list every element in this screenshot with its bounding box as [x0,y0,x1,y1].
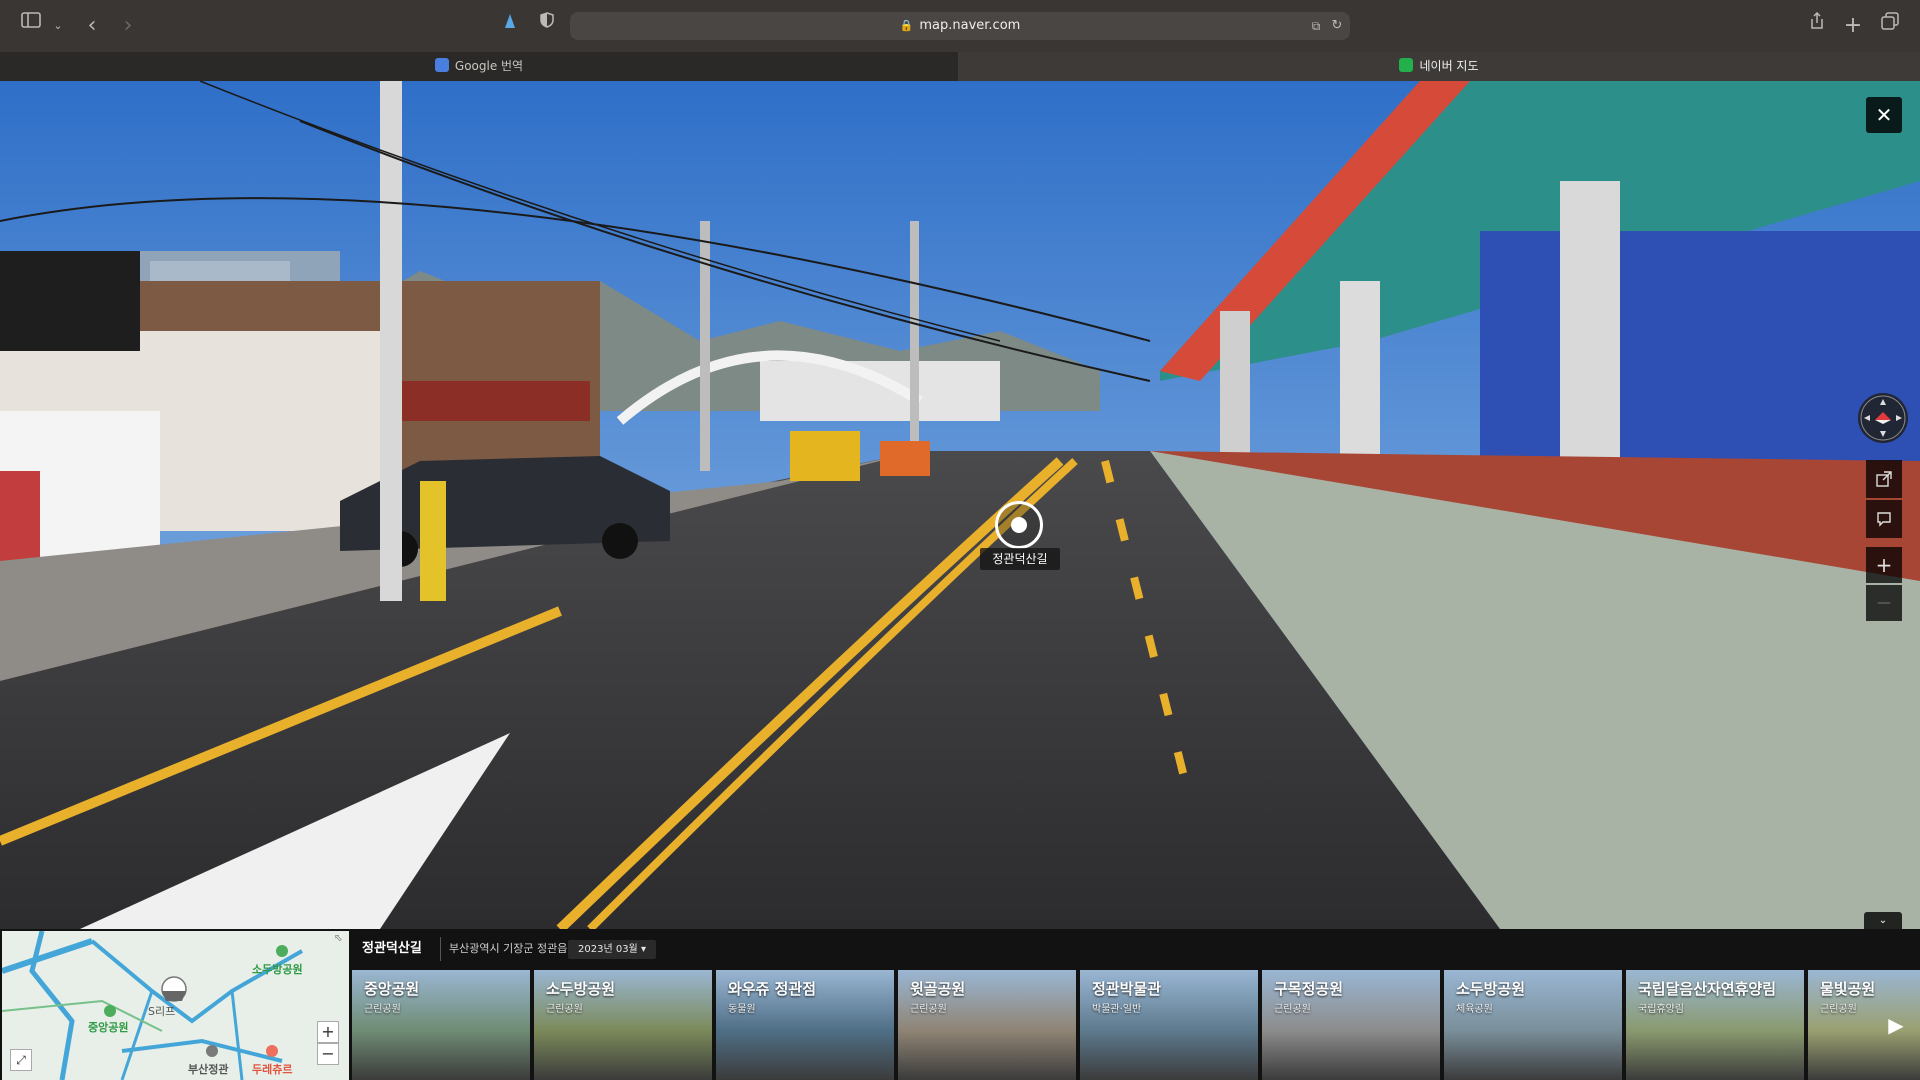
place-name: 윗골공원 [910,980,966,998]
back-arrow-icon[interactable]: ‹ [80,12,104,40]
expand-map-icon[interactable]: ⤢ [10,1049,32,1071]
reload-icon[interactable]: ↻ [1328,12,1346,40]
place-category: 근린공원 [546,1004,583,1015]
mini-map[interactable]: 소두방공원 중앙공원 S리프 부산정관 두레츄르 + − ⤢ ⬁ [2,931,349,1080]
chevron-down-icon: ⌄ [1878,915,1888,926]
place-category: 근린공원 [1820,1004,1857,1015]
mini-map-resize-handle-icon[interactable]: ⬁ [334,933,346,945]
poi-marker-dot [1011,517,1027,533]
poi-label: 정관덕산길 [980,548,1060,570]
place-card[interactable]: 와우쥬 정관점동물원 [716,970,896,1080]
poi-marker[interactable] [995,501,1043,549]
mini-map-roads [2,931,349,1080]
place-card[interactable]: 중앙공원근린공원 [352,970,532,1080]
share-icon[interactable] [1806,12,1828,40]
tab-google-translate[interactable]: Google 번역 [0,52,958,81]
browser-toolbar: ⌄ ‹ › 🔒 map.naver.com ⧉ ↻ + [0,0,1920,52]
location-title: 정관덕산길 [362,941,422,956]
place-category: 박물관·일반 [1092,1004,1142,1015]
close-streetview-button[interactable]: ✕ [1866,97,1902,133]
place-category: 근린공원 [364,1004,401,1015]
place-name: 구목정공원 [1274,980,1344,998]
share-button[interactable] [1866,460,1902,498]
zoom-in-button[interactable]: + [1866,547,1902,583]
forward-arrow-icon[interactable]: › [116,12,140,40]
feedback-button[interactable] [1866,500,1902,538]
chevron-down-icon[interactable]: ⌄ [50,12,66,40]
location-address: 부산광역시 기장군 정관읍 [440,937,567,961]
place-name: 물빛공원 [1820,980,1876,998]
tab-label: 네이버 지도 [1419,59,1479,73]
place-name: 정관박물관 [1092,980,1162,998]
place-card[interactable]: 윗골공원근린공원 [898,970,1078,1080]
caret-down-icon: ▾ [640,944,646,955]
place-category: 체육공원 [1456,1004,1493,1015]
place-category: 동물원 [728,1004,756,1015]
place-card[interactable]: 소두방공원체육공원 [1444,970,1624,1080]
close-icon: ✕ [1875,103,1893,127]
compass-icon [1860,395,1906,441]
street-view-panorama[interactable]: 정관덕산길 [0,81,1920,929]
naver-map-favicon-icon [1399,58,1414,72]
collapse-panel-button[interactable]: ⌄ [1864,912,1902,929]
tab-label: Google 번역 [454,59,524,73]
place-category: 근린공원 [910,1004,947,1015]
mini-map-label: 두레츄르 [252,1063,293,1076]
place-card[interactable]: 소두방공원근린공원 [534,970,714,1080]
mini-map-label: 부산정관 [188,1063,229,1076]
place-name: 소두방공원 [546,980,616,998]
google-translate-favicon-icon [434,58,449,72]
zoom-out-button[interactable]: — [1866,585,1902,621]
place-card[interactable]: 국립달음산자연휴양림국립휴양림 [1626,970,1806,1080]
url-text: map.naver.com [919,18,1021,33]
tab-bar: Google 번역 네이버 지도 [0,52,1920,81]
place-card[interactable]: 구목정공원근린공원 [1262,970,1442,1080]
place-name: 소두방공원 [1456,980,1526,998]
shield-icon[interactable] [536,12,558,40]
tab-naver-map[interactable]: 네이버 지도 [958,52,1920,81]
address-bar[interactable]: 🔒 map.naver.com [570,12,1350,40]
next-places-arrow-icon[interactable]: ▶ [1886,1010,1906,1040]
mini-map-zoom-out[interactable]: − [317,1043,339,1065]
place-category: 근린공원 [1274,1004,1311,1015]
place-name: 국립달음산자연휴양림 [1638,980,1777,998]
place-name: 와우쥬 정관점 [728,980,817,998]
bottom-panel: 소두방공원 중앙공원 S리프 부산정관 두레츄르 + − ⤢ ⬁ 정관덕산길 부… [0,929,1920,1080]
mini-map-label: S리프 [148,1005,176,1018]
mini-map-label: 중앙공원 [88,1021,129,1034]
compass-control[interactable] [1858,393,1908,443]
place-category: 국립휴양림 [1638,1004,1684,1015]
mini-map-label: 소두방공원 [252,963,303,976]
translate-icon[interactable]: ⧉ [1305,12,1327,40]
nearby-places-strip: 중앙공원 근린공원 소두방공원 근린공원 와우쥬 정관점 동물원 윗골공원 근린공원 정관박물관… [352,970,1920,1080]
place-card[interactable]: 정관박물관박물관·일반 [1080,970,1260,1080]
feedback-icon [1877,512,1891,527]
panorama-scene [0,81,1920,929]
place-name: 중앙공원 [364,980,420,998]
extension-icon[interactable] [498,12,522,40]
share-icon [1876,471,1892,487]
mini-map-zoom-in[interactable]: + [317,1021,339,1043]
capture-date: 2023년 03월 [578,944,638,955]
new-tab-icon[interactable]: + [1842,12,1864,40]
tab-overview-icon[interactable] [1878,12,1902,40]
capture-date-dropdown[interactable]: 2023년 03월 ▾ [568,940,656,959]
lock-icon: 🔒 [899,19,914,32]
sidebar-toggle-icon[interactable] [18,12,44,40]
